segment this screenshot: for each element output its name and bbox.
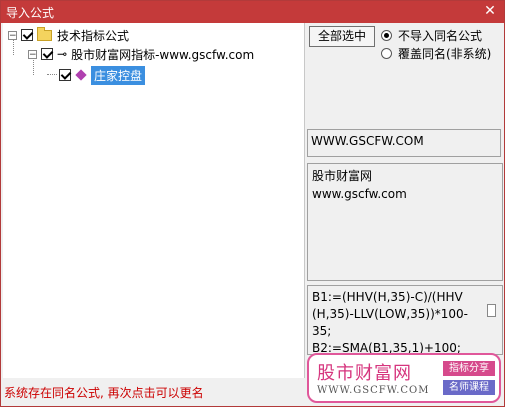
child-checkbox[interactable] [41, 48, 53, 60]
scrollbar-thumb[interactable] [487, 304, 496, 317]
formula-diamond-icon [75, 69, 87, 81]
watermark-logo: 股市财富网 WWW.GSCFW.COM 指标分享 名师课程 [307, 353, 501, 403]
url-display: WWW.GSCFW.COM [307, 129, 501, 157]
leaf-label[interactable]: 庄家控盘 [91, 65, 146, 85]
watermark-tag: 名师课程 [443, 380, 495, 395]
folder-icon [37, 26, 52, 41]
code-line: B1:=(HHV(H,35)-C)/(HHV [312, 290, 463, 304]
window-title: 导入公式 [6, 6, 55, 20]
formula-tree: − 技术指标公式 − ⊸ 股市财富网指标-www.gscfw.com 庄家控盘 [3, 23, 305, 378]
status-message: 系统存在同名公式, 再次点击可以更名 [4, 386, 204, 400]
radio-no-import[interactable]: 不导入同名公式 [381, 27, 482, 44]
watermark-brand: 股市财富网 [317, 363, 412, 384]
watermark-url: WWW.GSCFW.COM [317, 385, 430, 396]
radio-no-import-indicator[interactable] [381, 30, 392, 41]
select-all-button[interactable]: 全部选中 [309, 26, 375, 47]
root-label[interactable]: 技术指标公式 [57, 27, 129, 44]
tree-node-child[interactable]: − ⊸ 股市财富网指标-www.gscfw.com [28, 45, 254, 63]
formula-description[interactable]: 股市财富网 www.gscfw.com [307, 163, 503, 281]
radio-no-import-label: 不导入同名公式 [398, 29, 483, 43]
code-line: 35; [312, 324, 332, 338]
leaf-checkbox[interactable] [59, 69, 71, 81]
code-line: (H,35)-LLV(LOW,35))*100- [312, 307, 468, 321]
title-bar: 导入公式 ✕ [1, 1, 504, 23]
desc-line: www.gscfw.com [312, 187, 407, 201]
tree-node-leaf[interactable]: 庄家控盘 [47, 65, 146, 85]
child-label[interactable]: 股市财富网指标-www.gscfw.com [71, 46, 254, 63]
desc-line: 股市财富网 [312, 169, 373, 183]
formula-code[interactable]: B1:=(HHV(H,35)-C)/(HHV (H,35)-LLV(LOW,35… [307, 285, 503, 355]
key-icon: ⊸ [57, 47, 68, 61]
tree-node-root[interactable]: − 技术指标公式 [8, 26, 129, 44]
tree-connector [47, 74, 57, 76]
collapse-icon[interactable]: − [28, 49, 37, 59]
root-checkbox[interactable] [21, 29, 33, 41]
radio-overwrite-label: 覆盖同名(非系统) [398, 47, 492, 61]
import-formula-dialog: 导入公式 ✕ − 技术指标公式 − ⊸ 股市财富网指标-www.gscfw.co… [0, 0, 505, 407]
watermark-tag: 指标分享 [443, 361, 495, 376]
close-icon[interactable]: ✕ [482, 3, 498, 19]
collapse-icon[interactable]: − [8, 30, 17, 40]
radio-overwrite[interactable]: 覆盖同名(非系统) [381, 45, 491, 62]
radio-overwrite-indicator[interactable] [381, 48, 392, 59]
